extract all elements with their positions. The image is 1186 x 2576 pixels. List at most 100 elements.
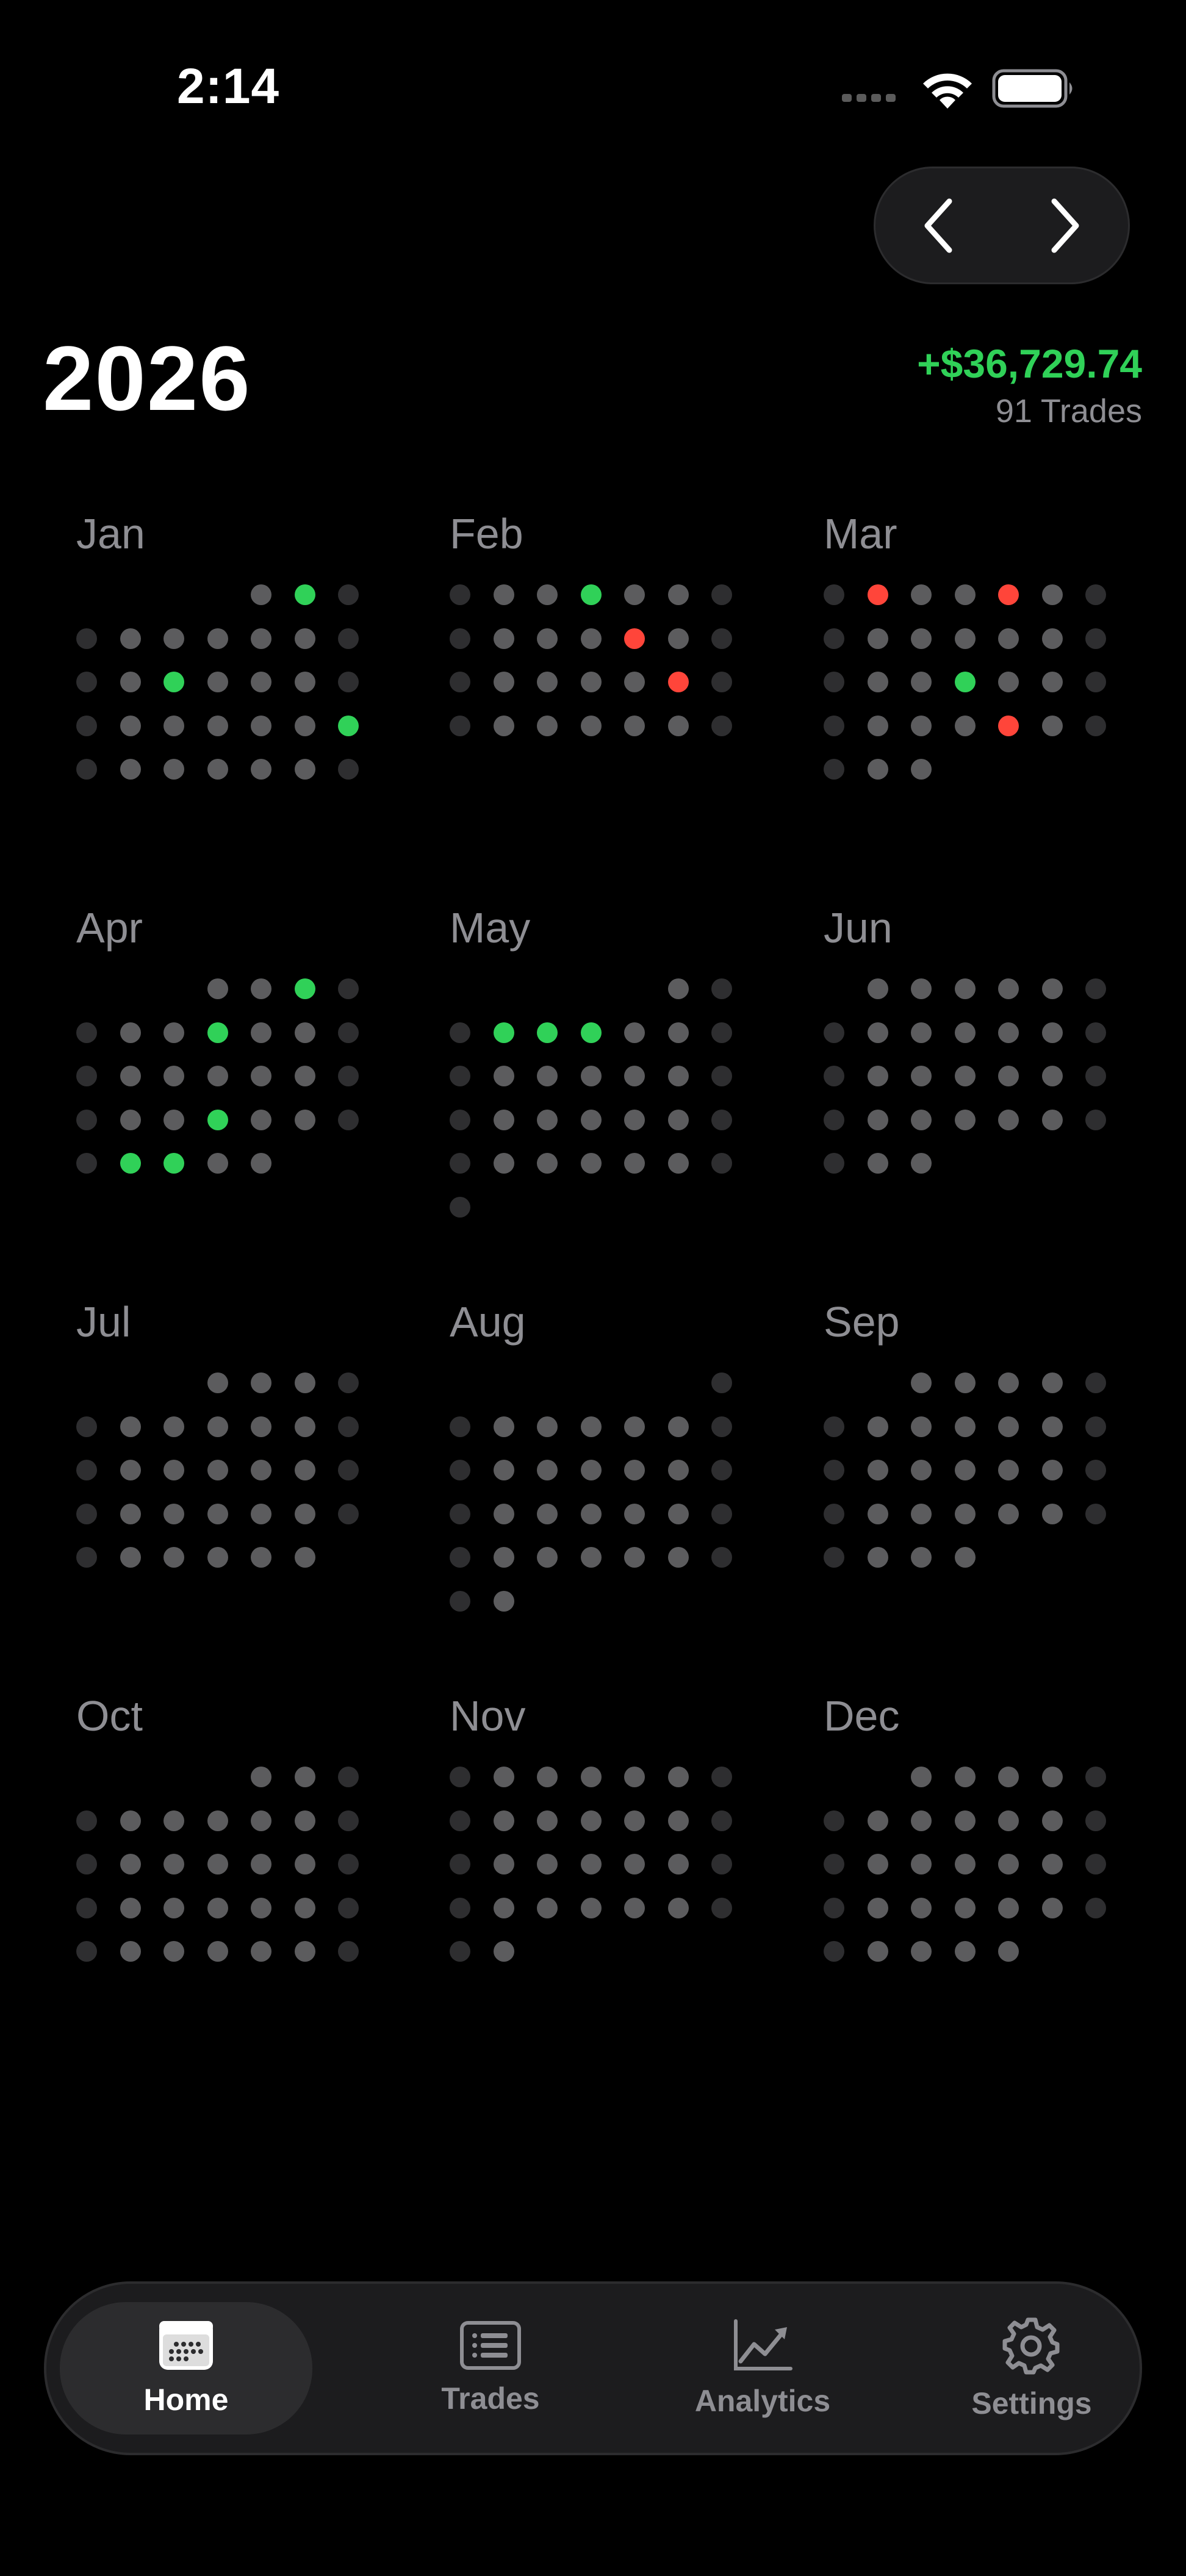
day-dot-weekend[interactable] — [824, 672, 844, 692]
day-dot-win[interactable] — [580, 1022, 602, 1043]
day-dot-weekend[interactable] — [76, 672, 97, 692]
day-dot-day[interactable] — [867, 715, 888, 736]
day-dot-day[interactable] — [911, 1767, 932, 1787]
day-dot-day[interactable] — [624, 1153, 645, 1174]
day-dot-day[interactable] — [537, 672, 558, 692]
day-dot-weekend[interactable] — [1085, 1372, 1106, 1393]
day-dot-day[interactable] — [120, 759, 141, 780]
day-dot-day[interactable] — [867, 978, 888, 999]
day-dot-weekend[interactable] — [450, 1416, 470, 1437]
day-dot-day[interactable] — [251, 978, 271, 999]
day-dot-day[interactable] — [294, 1460, 315, 1480]
day-dot-weekend[interactable] — [824, 1153, 844, 1174]
day-dot-day[interactable] — [667, 1153, 689, 1174]
day-dot-weekend[interactable] — [824, 1416, 844, 1437]
day-dot-day[interactable] — [911, 1416, 932, 1437]
day-dot-weekend[interactable] — [76, 1854, 97, 1875]
day-dot-day[interactable] — [580, 628, 602, 649]
day-dot-day[interactable] — [251, 584, 271, 605]
day-dot-day[interactable] — [493, 628, 514, 649]
day-dot-day[interactable] — [164, 1416, 184, 1437]
day-dot-weekend[interactable] — [711, 715, 732, 736]
day-dot-day[interactable] — [667, 1810, 689, 1831]
day-dot-day[interactable] — [911, 1022, 932, 1043]
day-dot-day[interactable] — [207, 1941, 228, 1962]
day-dot-day[interactable] — [624, 715, 645, 736]
day-dot-day[interactable] — [207, 1810, 228, 1831]
day-dot-day[interactable] — [1041, 1022, 1063, 1043]
day-dot-day[interactable] — [251, 1810, 271, 1831]
day-dot-weekend[interactable] — [338, 1109, 359, 1130]
day-dot-day[interactable] — [867, 1547, 888, 1568]
day-dot-day[interactable] — [294, 1022, 315, 1043]
day-dot-day[interactable] — [251, 1022, 271, 1043]
day-dot-weekend[interactable] — [711, 1109, 732, 1130]
day-dot-day[interactable] — [294, 628, 315, 649]
day-dot-weekend[interactable] — [711, 1460, 732, 1480]
day-dot-weekend[interactable] — [76, 1897, 97, 1918]
day-dot-day[interactable] — [164, 759, 184, 780]
day-dot-day[interactable] — [998, 1854, 1019, 1875]
day-dot-day[interactable] — [164, 1547, 184, 1568]
day-dot-day[interactable] — [294, 1547, 315, 1568]
day-dot-day[interactable] — [867, 1066, 888, 1086]
day-dot-win[interactable] — [954, 672, 976, 692]
tab-analytics[interactable]: Analytics — [636, 2302, 889, 2434]
day-dot-day[interactable] — [580, 1416, 602, 1437]
day-dot-day[interactable] — [294, 715, 315, 736]
day-dot-day[interactable] — [580, 1547, 602, 1568]
day-dot-day[interactable] — [120, 1810, 141, 1831]
day-dot-day[interactable] — [251, 1153, 271, 1174]
tab-trades[interactable]: Trades — [364, 2302, 617, 2434]
day-dot-day[interactable] — [294, 1109, 315, 1130]
day-dot-day[interactable] — [207, 1372, 228, 1393]
day-dot-weekend[interactable] — [338, 628, 359, 649]
day-dot-day[interactable] — [998, 672, 1019, 692]
day-dot-day[interactable] — [580, 1153, 602, 1174]
day-dot-day[interactable] — [998, 1460, 1019, 1480]
day-dot-day[interactable] — [294, 1854, 315, 1875]
day-dot-weekend[interactable] — [338, 1767, 359, 1787]
day-dot-day[interactable] — [207, 672, 228, 692]
day-dot-weekend[interactable] — [450, 1590, 470, 1612]
day-dot-day[interactable] — [998, 1810, 1019, 1831]
day-dot-weekend[interactable] — [450, 1022, 470, 1043]
day-dot-weekend[interactable] — [76, 628, 97, 649]
day-dot-day[interactable] — [580, 1066, 602, 1086]
day-dot-day[interactable] — [1041, 1066, 1063, 1086]
day-dot-day[interactable] — [537, 715, 558, 736]
day-dot-day[interactable] — [954, 1372, 976, 1393]
day-dot-weekend[interactable] — [1085, 1416, 1106, 1437]
day-dot-day[interactable] — [911, 1941, 932, 1962]
day-dot-day[interactable] — [294, 1767, 315, 1787]
day-dot-win[interactable] — [207, 1022, 228, 1043]
day-dot-weekend[interactable] — [76, 1153, 97, 1174]
day-dot-day[interactable] — [493, 1066, 514, 1086]
day-dot-day[interactable] — [954, 628, 976, 649]
day-dot-day[interactable] — [120, 1941, 141, 1962]
day-dot-day[interactable] — [493, 1547, 514, 1568]
day-dot-weekend[interactable] — [824, 1810, 844, 1831]
day-dot-day[interactable] — [120, 1854, 141, 1875]
day-dot-weekend[interactable] — [450, 1109, 470, 1130]
day-dot-day[interactable] — [580, 1460, 602, 1480]
day-dot-day[interactable] — [998, 1022, 1019, 1043]
day-dot-weekend[interactable] — [824, 628, 844, 649]
day-dot-day[interactable] — [867, 1503, 888, 1524]
day-dot-day[interactable] — [867, 759, 888, 780]
day-dot-weekend[interactable] — [711, 1416, 732, 1437]
day-dot-day[interactable] — [251, 1372, 271, 1393]
day-dot-day[interactable] — [911, 1897, 932, 1918]
day-dot-day[interactable] — [867, 628, 888, 649]
day-dot-day[interactable] — [624, 1022, 645, 1043]
day-dot-weekend[interactable] — [824, 1109, 844, 1130]
day-dot-day[interactable] — [667, 978, 689, 999]
day-dot-day[interactable] — [1041, 672, 1063, 692]
day-dot-day[interactable] — [294, 1416, 315, 1437]
day-dot-day[interactable] — [624, 1897, 645, 1918]
day-dot-day[interactable] — [667, 1897, 689, 1918]
day-dot-day[interactable] — [1041, 1372, 1063, 1393]
day-dot-weekend[interactable] — [711, 628, 732, 649]
day-dot-weekend[interactable] — [711, 1153, 732, 1174]
day-dot-weekend[interactable] — [338, 1810, 359, 1831]
